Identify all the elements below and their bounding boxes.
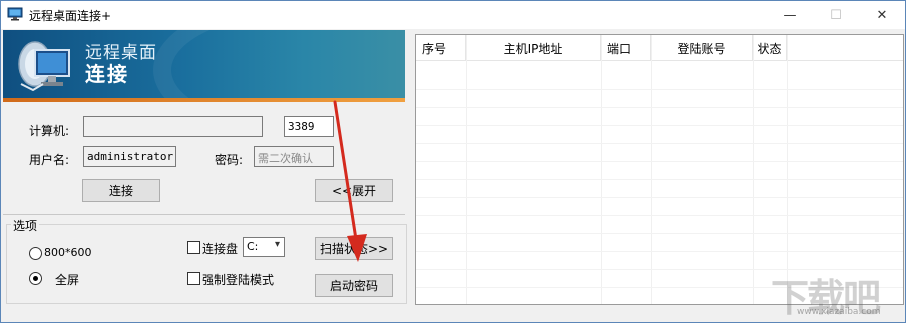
table-header: 序号 主机IP地址 端口 登陆账号 状态 <box>416 35 903 61</box>
chevron-down-icon: ▾ <box>274 239 280 250</box>
force-login-checkbox[interactable] <box>187 272 200 285</box>
expand-button[interactable]: <<展开 <box>315 179 393 202</box>
connect-drive-label: 连接盘 <box>202 242 239 256</box>
host-list-table[interactable]: 序号 主机IP地址 端口 登陆账号 状态 <box>415 34 904 305</box>
computer-input[interactable] <box>83 116 263 137</box>
grid-line <box>416 143 903 144</box>
start-password-button[interactable]: 启动密码 <box>315 274 393 297</box>
minimize-button[interactable]: — <box>767 1 813 29</box>
minimize-icon: — <box>783 7 797 23</box>
close-button[interactable]: ✕ <box>859 1 905 29</box>
title-bar[interactable]: 远程桌面连接+ — ☐ ✕ <box>1 1 905 29</box>
resolution-800x600-label: 800*600 <box>44 246 92 259</box>
window-title: 远程桌面连接+ <box>29 9 112 23</box>
banner-decoration <box>153 30 405 102</box>
column-header-status[interactable]: 状态 <box>753 35 787 61</box>
grid-line <box>416 215 903 216</box>
grid-line <box>416 161 903 162</box>
remote-desktop-app-icon <box>7 7 23 21</box>
column-header-host-ip[interactable]: 主机IP地址 <box>466 35 601 61</box>
column-header-port[interactable]: 端口 <box>601 35 651 61</box>
maximize-button[interactable]: ☐ <box>813 1 859 29</box>
close-icon: ✕ <box>876 7 888 23</box>
banner: 远程桌面 连接 <box>3 30 405 102</box>
drive-select-value: C: <box>247 240 259 253</box>
fullscreen-radio[interactable] <box>29 272 42 285</box>
banner-accent-stripe <box>3 98 405 102</box>
grid-line <box>416 89 903 90</box>
connection-panel: 远程桌面 连接 计算机: 3389 用户名: administrator 密码:… <box>3 30 407 307</box>
username-input[interactable]: administrator <box>83 146 176 167</box>
remote-desktop-logo-icon <box>18 41 70 92</box>
password-input[interactable]: 需二次确认 <box>254 146 334 167</box>
grid-line <box>651 35 652 304</box>
maximize-icon: ☐ <box>830 7 842 23</box>
grid-line <box>787 35 788 304</box>
resolution-800x600-radio[interactable] <box>29 247 42 260</box>
computer-label: 计算机: <box>29 124 70 138</box>
connect-drive-checkbox[interactable] <box>187 241 200 254</box>
app-window: 远程桌面连接+ — ☐ ✕ 远程桌面 连接 计算机: 3389 用户名: adm… <box>0 0 906 323</box>
banner-title-line2: 连接 <box>85 62 129 86</box>
watermark-url: www.xiazaiba.com <box>797 307 881 317</box>
connect-button[interactable]: 连接 <box>82 179 160 202</box>
scan-status-button[interactable]: 扫描状态>> <box>315 237 393 260</box>
port-input[interactable]: 3389 <box>284 116 334 137</box>
grid-line <box>416 251 903 252</box>
column-header-login-account[interactable]: 登陆账号 <box>651 35 753 61</box>
grid-line <box>416 107 903 108</box>
separator <box>3 214 405 215</box>
column-header-index[interactable]: 序号 <box>416 35 466 61</box>
options-group-label: 选项 <box>11 217 40 234</box>
grid-line <box>753 35 754 304</box>
watermark: 下载吧 www.xiazaiba.com <box>771 267 901 320</box>
drive-select[interactable]: C: ▾ <box>243 237 285 257</box>
password-label: 密码: <box>215 153 244 167</box>
grid-line <box>601 35 602 304</box>
force-login-label: 强制登陆模式 <box>202 273 275 287</box>
grid-line <box>416 197 903 198</box>
grid-line <box>416 125 903 126</box>
fullscreen-label: 全屏 <box>55 273 80 287</box>
grid-line <box>416 233 903 234</box>
status-bar <box>1 307 905 322</box>
grid-line <box>466 35 467 304</box>
grid-line <box>416 179 903 180</box>
username-label: 用户名: <box>29 153 70 167</box>
